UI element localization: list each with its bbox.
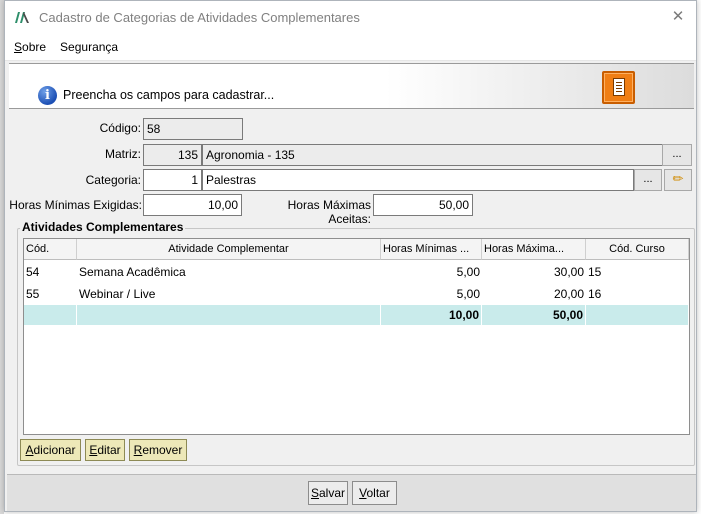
matriz-label: Matriz:: [105, 147, 141, 161]
title-bar: Cadastro de Categorias de Atividades Com…: [5, 1, 696, 33]
cell-horas-max: 30,00: [553, 265, 584, 279]
report-document-button[interactable]: [602, 71, 635, 104]
window-title: Cadastro de Categorias de Atividades Com…: [39, 9, 360, 25]
col-header-cod-curso[interactable]: Cód. Curso: [586, 239, 689, 260]
matriz-lookup-button[interactable]: ...: [662, 144, 692, 166]
edit-pencil-icon[interactable]: ✏: [664, 169, 692, 191]
horas-max-label: Horas Máximas Aceitas:: [287, 198, 371, 226]
voltar-button[interactable]: Voltar: [352, 481, 397, 505]
total-cell-blank: [77, 305, 381, 325]
app-logo-icon: [15, 12, 29, 23]
info-icon: i: [38, 86, 57, 105]
adicionar-button[interactable]: Adicionar: [20, 439, 81, 461]
voltar-mnemonic: V: [359, 486, 367, 500]
cell-horas-min: 5,00: [456, 287, 480, 301]
voltar-label: oltar: [366, 486, 390, 500]
categoria-code-field[interactable]: 1: [143, 169, 202, 191]
codigo-label: Código:: [99, 121, 141, 135]
grid-header-row: Cód. Atividade Complementar Horas Mínima…: [24, 239, 689, 261]
categoria-name-field[interactable]: Palestras: [202, 169, 634, 191]
total-cell-blank: [24, 305, 77, 325]
adicionar-label: dicionar: [33, 443, 76, 457]
remover-label: emover: [142, 443, 183, 457]
cell-cod: 54: [26, 265, 40, 279]
dialog-window: Cadastro de Categorias de Atividades Com…: [4, 0, 697, 512]
salvar-label: alvar: [319, 486, 346, 500]
salvar-mnemonic: S: [310, 486, 319, 500]
info-message: Preencha os campos para cadastrar...: [63, 88, 275, 102]
cell-atividade: Semana Acadêmica: [79, 265, 186, 279]
menu-seguranca[interactable]: Segurança: [60, 40, 118, 54]
totals-row: 10,00 50,00: [24, 305, 689, 325]
cell-cod: 55: [26, 287, 40, 301]
col-header-atividade[interactable]: Atividade Complementar: [77, 239, 381, 260]
table-row[interactable]: 55 Webinar / Live 5,00 20,00 16: [24, 283, 689, 305]
menu-sobre[interactable]: Sobre: [14, 40, 46, 54]
salvar-button[interactable]: Salvar: [308, 481, 348, 505]
menu-sobre-mnemonic: S: [14, 39, 23, 54]
horas-min-label: Horas Mínimas Exigidas:: [9, 198, 142, 212]
cell-cod-curso: 16: [588, 287, 602, 301]
col-header-cod[interactable]: Cód.: [24, 239, 77, 260]
matriz-name-field[interactable]: Agronomia - 135: [202, 144, 663, 166]
remover-button[interactable]: Remover: [129, 439, 187, 461]
codigo-field[interactable]: 58: [143, 118, 243, 140]
horas-min-field[interactable]: 10,00: [143, 194, 242, 216]
categoria-label: Categoria:: [85, 173, 141, 187]
atividades-group-title: Atividades Complementares: [20, 220, 186, 234]
matriz-code-field[interactable]: 135: [143, 144, 202, 166]
cell-horas-min: 5,00: [456, 265, 480, 279]
total-horas-max: 50,00: [482, 305, 586, 325]
menu-bar: Sobre Segurança: [5, 33, 696, 61]
document-icon: [613, 78, 625, 96]
horas-max-field[interactable]: 50,00: [373, 194, 473, 216]
info-header: i Preencha os campos para cadastrar...: [9, 63, 694, 109]
categoria-lookup-button[interactable]: ...: [634, 169, 662, 191]
atividades-grid[interactable]: Cód. Atividade Complementar Horas Mínima…: [23, 238, 690, 435]
editar-button[interactable]: Editar: [85, 439, 125, 461]
total-cell-blank: [586, 305, 689, 325]
cell-cod-curso: 15: [588, 265, 602, 279]
menu-sobre-label: obre: [22, 39, 47, 54]
table-row[interactable]: 54 Semana Acadêmica 5,00 30,00 15: [24, 261, 689, 283]
total-horas-min: 10,00: [381, 305, 482, 325]
editar-label: ditar: [97, 443, 121, 457]
cell-horas-max: 20,00: [553, 287, 584, 301]
col-header-horas-min[interactable]: Horas Mínimas ...: [381, 239, 482, 260]
cell-atividade: Webinar / Live: [79, 287, 156, 301]
close-icon[interactable]: ✕: [668, 7, 688, 27]
col-header-horas-max[interactable]: Horas Máxima...: [482, 239, 586, 260]
